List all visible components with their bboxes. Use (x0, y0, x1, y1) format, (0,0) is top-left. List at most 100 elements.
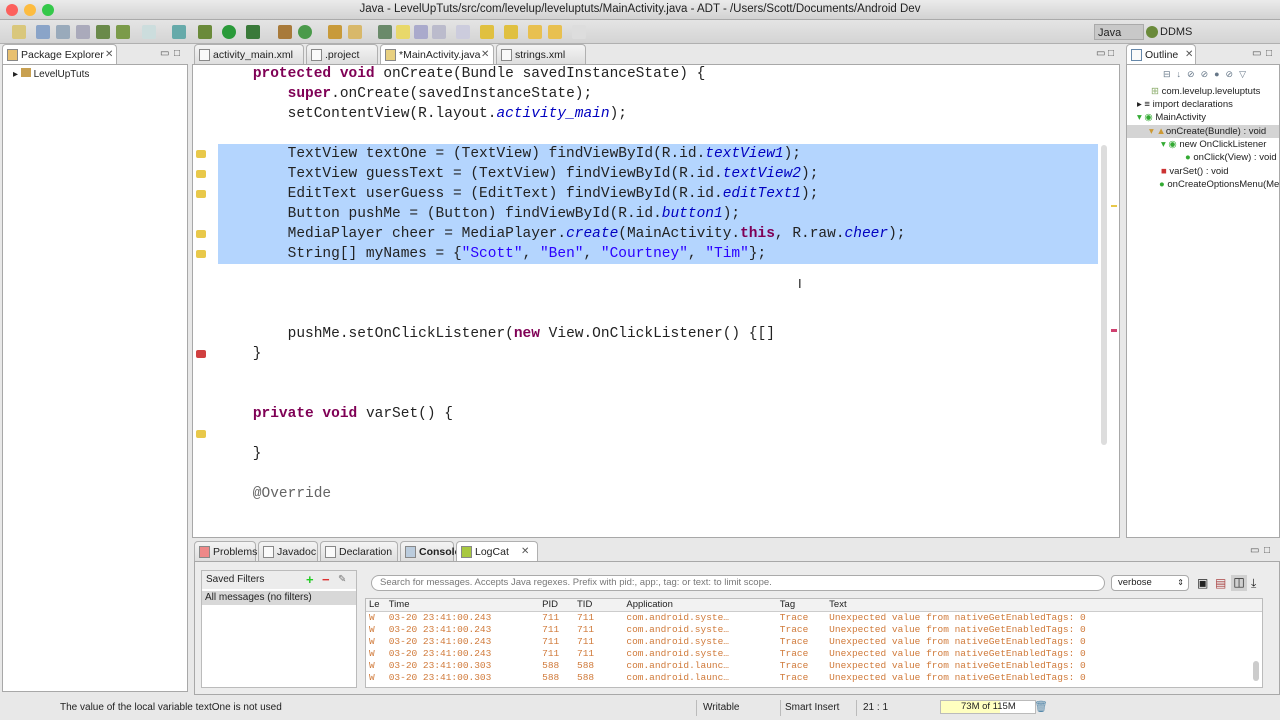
mark-occurrences-icon[interactable] (396, 25, 410, 39)
avd-manager-icon[interactable] (116, 25, 130, 39)
tab-console[interactable]: Console (400, 541, 460, 561)
tab-project[interactable]: .project (306, 44, 378, 64)
code-line[interactable]: protected void onCreate(Bundle savedInst… (218, 64, 1098, 84)
forward-icon[interactable] (572, 25, 586, 39)
log-row[interactable]: W 03-20 23:41:00.303 588 588 com.android.lau… (366, 672, 1262, 684)
heap-status[interactable]: 73M of 115M (940, 700, 1036, 714)
code-line[interactable]: } (218, 344, 1098, 364)
outline-item-imports[interactable]: ▸ ≡ import declarations (1137, 98, 1233, 111)
external-tools-icon[interactable] (246, 25, 260, 39)
close-icon[interactable]: ✕ (521, 542, 529, 562)
garbage-collect-icon[interactable]: 🗑 (1034, 700, 1048, 713)
overview-ruler-mark[interactable] (1111, 329, 1117, 332)
zoom-window-button[interactable] (42, 4, 54, 16)
show-whitespace-icon[interactable] (432, 25, 446, 39)
minimize-icon[interactable]: ▭ (1250, 541, 1259, 561)
close-icon[interactable]: ✕ (1185, 45, 1193, 65)
perspective-ddms[interactable]: DDMS (1146, 24, 1195, 40)
code-line[interactable] (218, 304, 1098, 324)
code-line[interactable]: } (218, 444, 1098, 464)
logcat-search-input[interactable]: Search for messages. Accepts Java regexe… (371, 575, 1105, 591)
tab-strings-xml[interactable]: strings.xml (496, 44, 586, 64)
save-log-icon[interactable]: ▣ (1197, 576, 1208, 590)
warning-marker-icon[interactable] (196, 150, 206, 158)
warning-marker-icon[interactable] (196, 230, 206, 238)
outline-item-package[interactable]: ⊞ com.levelup.leveluptuts (1151, 85, 1260, 98)
new-icon[interactable] (12, 25, 26, 39)
code-line[interactable]: @Override (218, 484, 1098, 504)
code-line[interactable] (218, 384, 1098, 404)
outline-item-oncreate[interactable]: ▾ ▲onCreate(Bundle) : void (1127, 125, 1279, 138)
tab-outline[interactable]: Outline ✕ (1126, 44, 1196, 64)
logcat-scrollbar[interactable] (1253, 661, 1259, 681)
log-row[interactable]: W 03-20 23:41:00.303 588 588 com.android.lau… (366, 660, 1262, 672)
search-icon[interactable] (348, 25, 362, 39)
code-line[interactable] (218, 364, 1098, 384)
save-all-icon[interactable] (56, 25, 70, 39)
close-icon[interactable]: ✕ (105, 45, 113, 65)
previous-annotation-icon[interactable] (504, 25, 518, 39)
outline-item-mainactivity[interactable]: ▾ ◉ MainActivity (1137, 111, 1206, 124)
back-icon[interactable] (548, 25, 562, 39)
warning-marker-icon[interactable] (196, 430, 206, 438)
code-line[interactable] (218, 284, 1098, 304)
code-line[interactable]: MediaPlayer cheer = MediaPlayer.create(M… (218, 224, 1098, 244)
column-header[interactable]: TID (574, 599, 623, 612)
warning-marker-icon[interactable] (196, 250, 206, 258)
lint-icon[interactable] (142, 25, 156, 39)
editor-scrollbar[interactable] (1101, 145, 1107, 445)
column-header[interactable]: Time (386, 599, 539, 612)
clear-log-icon[interactable]: ▤ (1215, 576, 1226, 590)
close-window-button[interactable] (6, 4, 18, 16)
log-row[interactable]: W 03-20 23:41:00.243 711 711 com.android.sys… (366, 648, 1262, 660)
next-annotation-icon[interactable] (480, 25, 494, 39)
code-lines[interactable]: protected void onCreate(Bundle savedInst… (218, 64, 1098, 504)
log-row[interactable]: W 03-20 23:41:00.243 711 711 com.android.sys… (366, 636, 1262, 648)
column-header[interactable]: Tag (777, 599, 826, 612)
annotation-icon[interactable] (378, 25, 392, 39)
minimize-window-button[interactable] (24, 4, 36, 16)
new-android-project-icon[interactable] (172, 25, 186, 39)
save-icon[interactable] (36, 25, 50, 39)
open-type-icon[interactable] (328, 25, 342, 39)
minimize-icon[interactable]: ▭ (160, 44, 169, 64)
code-line[interactable] (218, 464, 1098, 484)
outline-item-onclick[interactable]: ● onClick(View) : void (1185, 151, 1277, 164)
debug-icon[interactable] (198, 25, 212, 39)
column-header[interactable]: Text (826, 599, 1262, 612)
code-line[interactable]: TextView textOne = (TextView) findViewBy… (218, 144, 1098, 164)
tab-declaration[interactable]: Declaration (320, 541, 398, 561)
last-edit-icon[interactable] (528, 25, 542, 39)
new-class-icon[interactable] (298, 25, 312, 39)
maximize-icon[interactable]: □ (1108, 44, 1114, 64)
outline-item-varset[interactable]: ■ varSet() : void (1161, 165, 1229, 178)
edit-filter-icon[interactable]: ✎ (338, 571, 346, 589)
add-filter-icon[interactable]: + (306, 571, 314, 589)
code-line[interactable]: String[] myNames = {"Scott", "Ben", "Cou… (218, 244, 1098, 264)
new-package-icon[interactable] (278, 25, 292, 39)
maximize-icon[interactable]: □ (1266, 44, 1272, 64)
tab-package-explorer[interactable]: Package Explorer ✕ (2, 44, 117, 64)
run-icon[interactable] (222, 25, 236, 39)
pin-icon[interactable] (456, 25, 470, 39)
column-header[interactable]: Application (623, 599, 776, 612)
log-row[interactable]: W 03-20 23:41:00.243 711 711 com.android.sys… (366, 612, 1262, 625)
android-sdk-icon[interactable] (96, 25, 110, 39)
code-line[interactable]: super.onCreate(savedInstanceState); (218, 84, 1098, 104)
code-line[interactable] (218, 124, 1098, 144)
filter-all-messages[interactable]: All messages (no filters) (202, 591, 356, 605)
warning-marker-icon[interactable] (196, 190, 206, 198)
expand-arrow-icon[interactable]: ▸ (13, 69, 18, 80)
code-line[interactable]: pushMe.setOnClickListener(new View.OnCli… (218, 324, 1098, 344)
log-row[interactable]: W 03-20 23:41:00.243 711 711 com.android.sys… (366, 624, 1262, 636)
logcat-table[interactable]: Le Time PID TID Application Tag Text W 03-20 23… (365, 598, 1263, 688)
outline-item-oncreateoptionsmenu[interactable]: ● onCreateOptionsMenu(Menu) (1159, 178, 1279, 191)
tab-main-activity-java[interactable]: *MainActivity.java ✕ (380, 44, 494, 64)
code-line[interactable]: Button pushMe = (Button) findViewById(R.… (218, 204, 1098, 224)
column-header[interactable]: PID (539, 599, 574, 612)
tab-javadoc[interactable]: Javadoc (258, 541, 318, 561)
code-line[interactable]: EditText userGuess = (EditText) findView… (218, 184, 1098, 204)
error-marker-icon[interactable] (196, 350, 206, 358)
tab-problems[interactable]: Problems (194, 541, 257, 561)
maximize-icon[interactable]: □ (174, 44, 180, 64)
